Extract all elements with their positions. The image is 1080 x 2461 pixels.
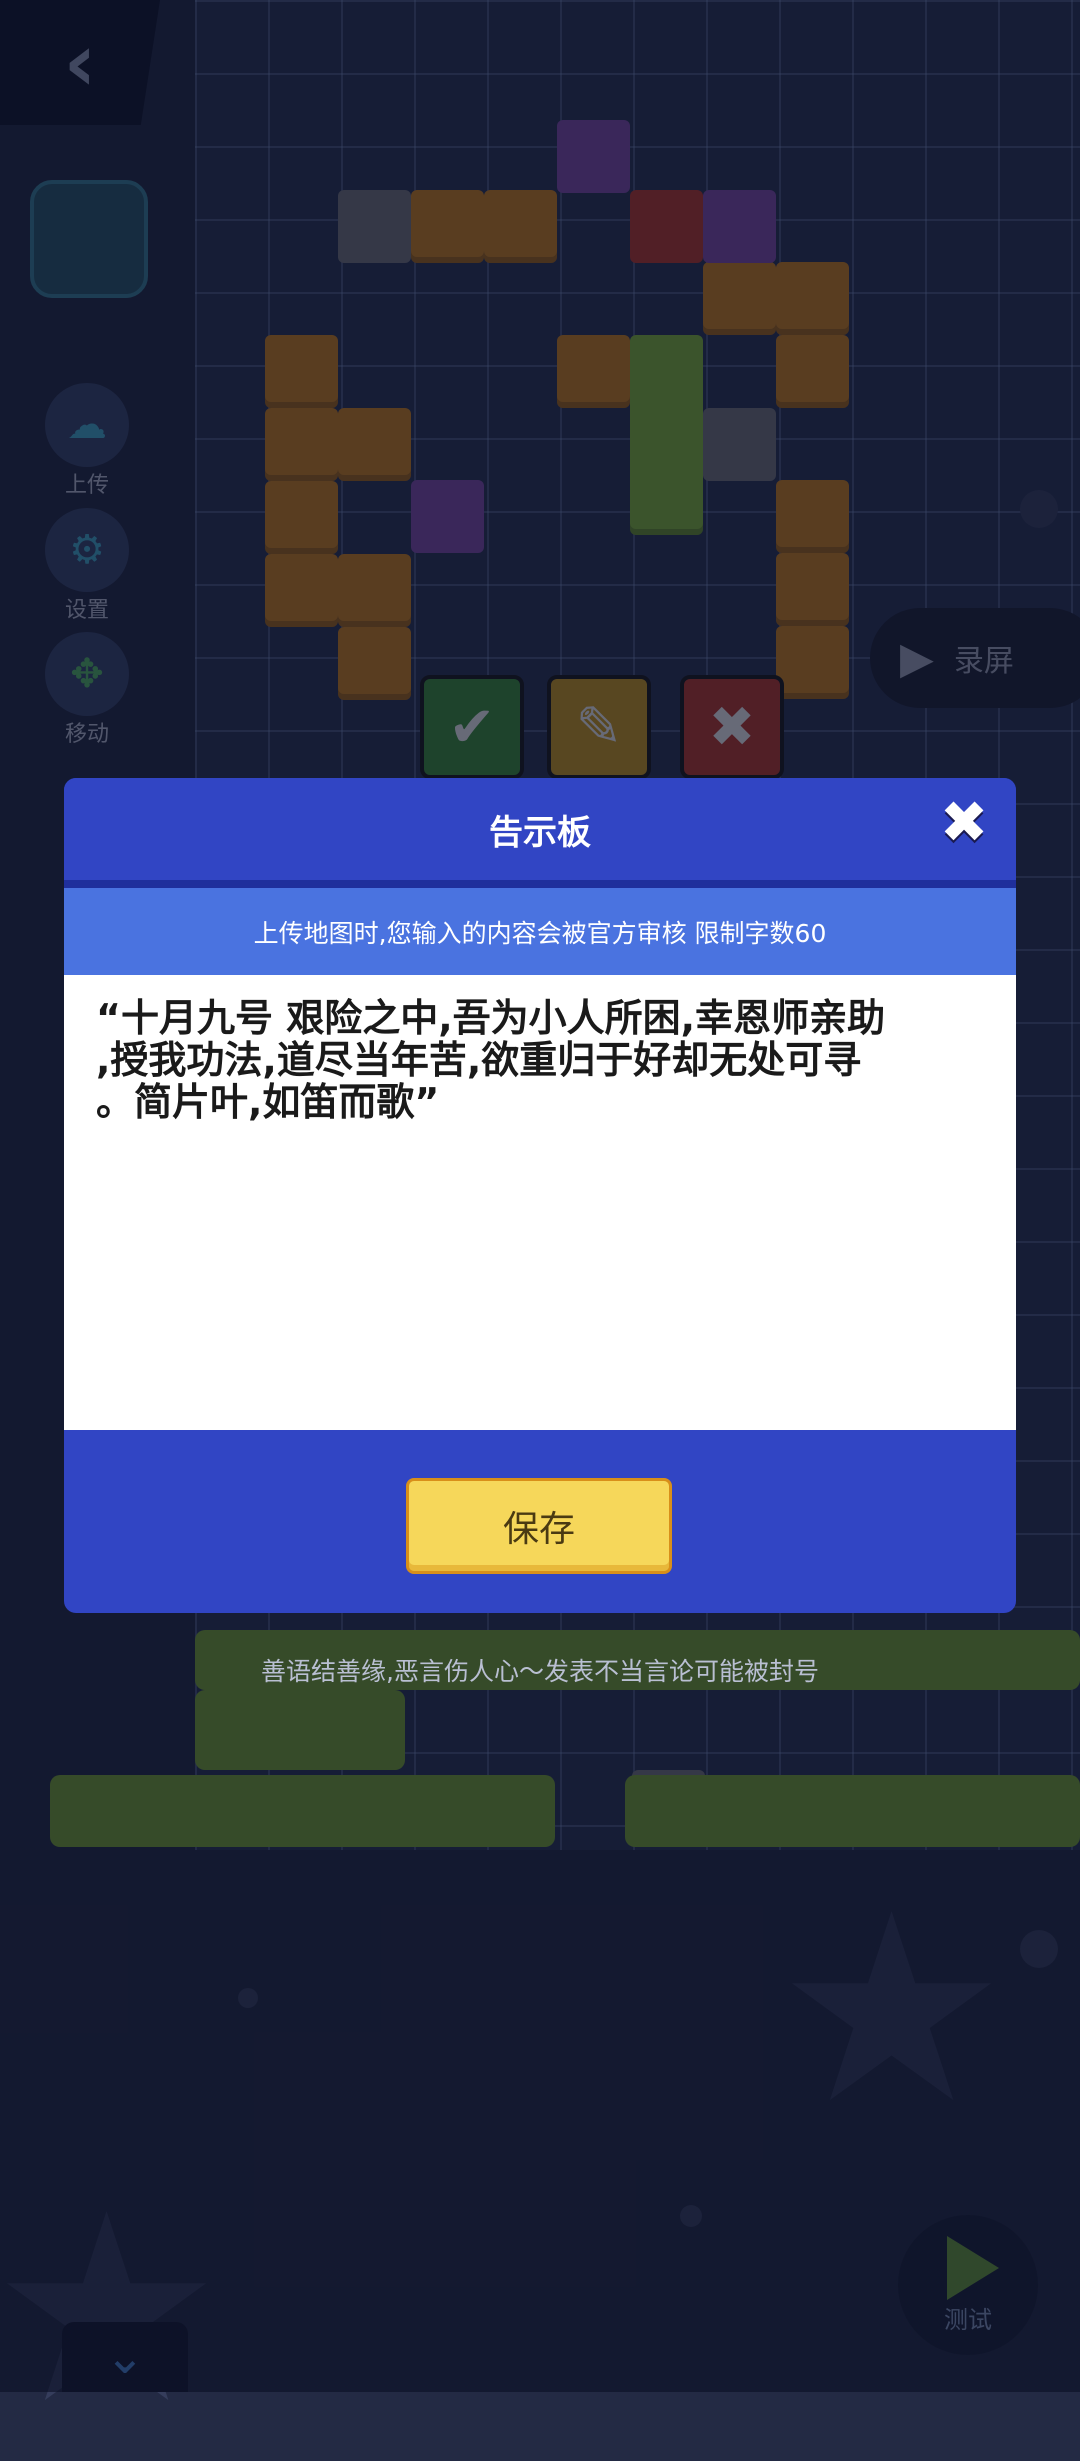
review-notice: 上传地图时,您输入的内容会被官方审核 限制字数60 — [64, 888, 1016, 975]
close-button[interactable]: ✖ — [934, 792, 994, 852]
close-icon: ✖ — [939, 788, 989, 856]
review-notice-text: 上传地图时,您输入的内容会被官方审核 限制字数60 — [253, 918, 827, 948]
dialog-title: 告示板 — [489, 812, 591, 853]
message-textarea[interactable]: “十月九号 艰险之中,吾为小人所困,幸恩师亲助 ,授我功法,道尽当年苦,欲重归于… — [64, 975, 1016, 1430]
dialog-header: 告示板 — [64, 778, 1016, 880]
conduct-warning: 善语结善缘,恶言伤人心～发表不当言论可能被封号 — [261, 1657, 819, 1686]
header-divider — [64, 880, 1016, 888]
save-label: 保存 — [502, 1509, 575, 1550]
bulletin-board-dialog: 告示板 ✖ 上传地图时,您输入的内容会被官方审核 限制字数60 “十月九号 艰险… — [64, 778, 1016, 1613]
save-button[interactable]: 保存 — [406, 1478, 672, 1574]
